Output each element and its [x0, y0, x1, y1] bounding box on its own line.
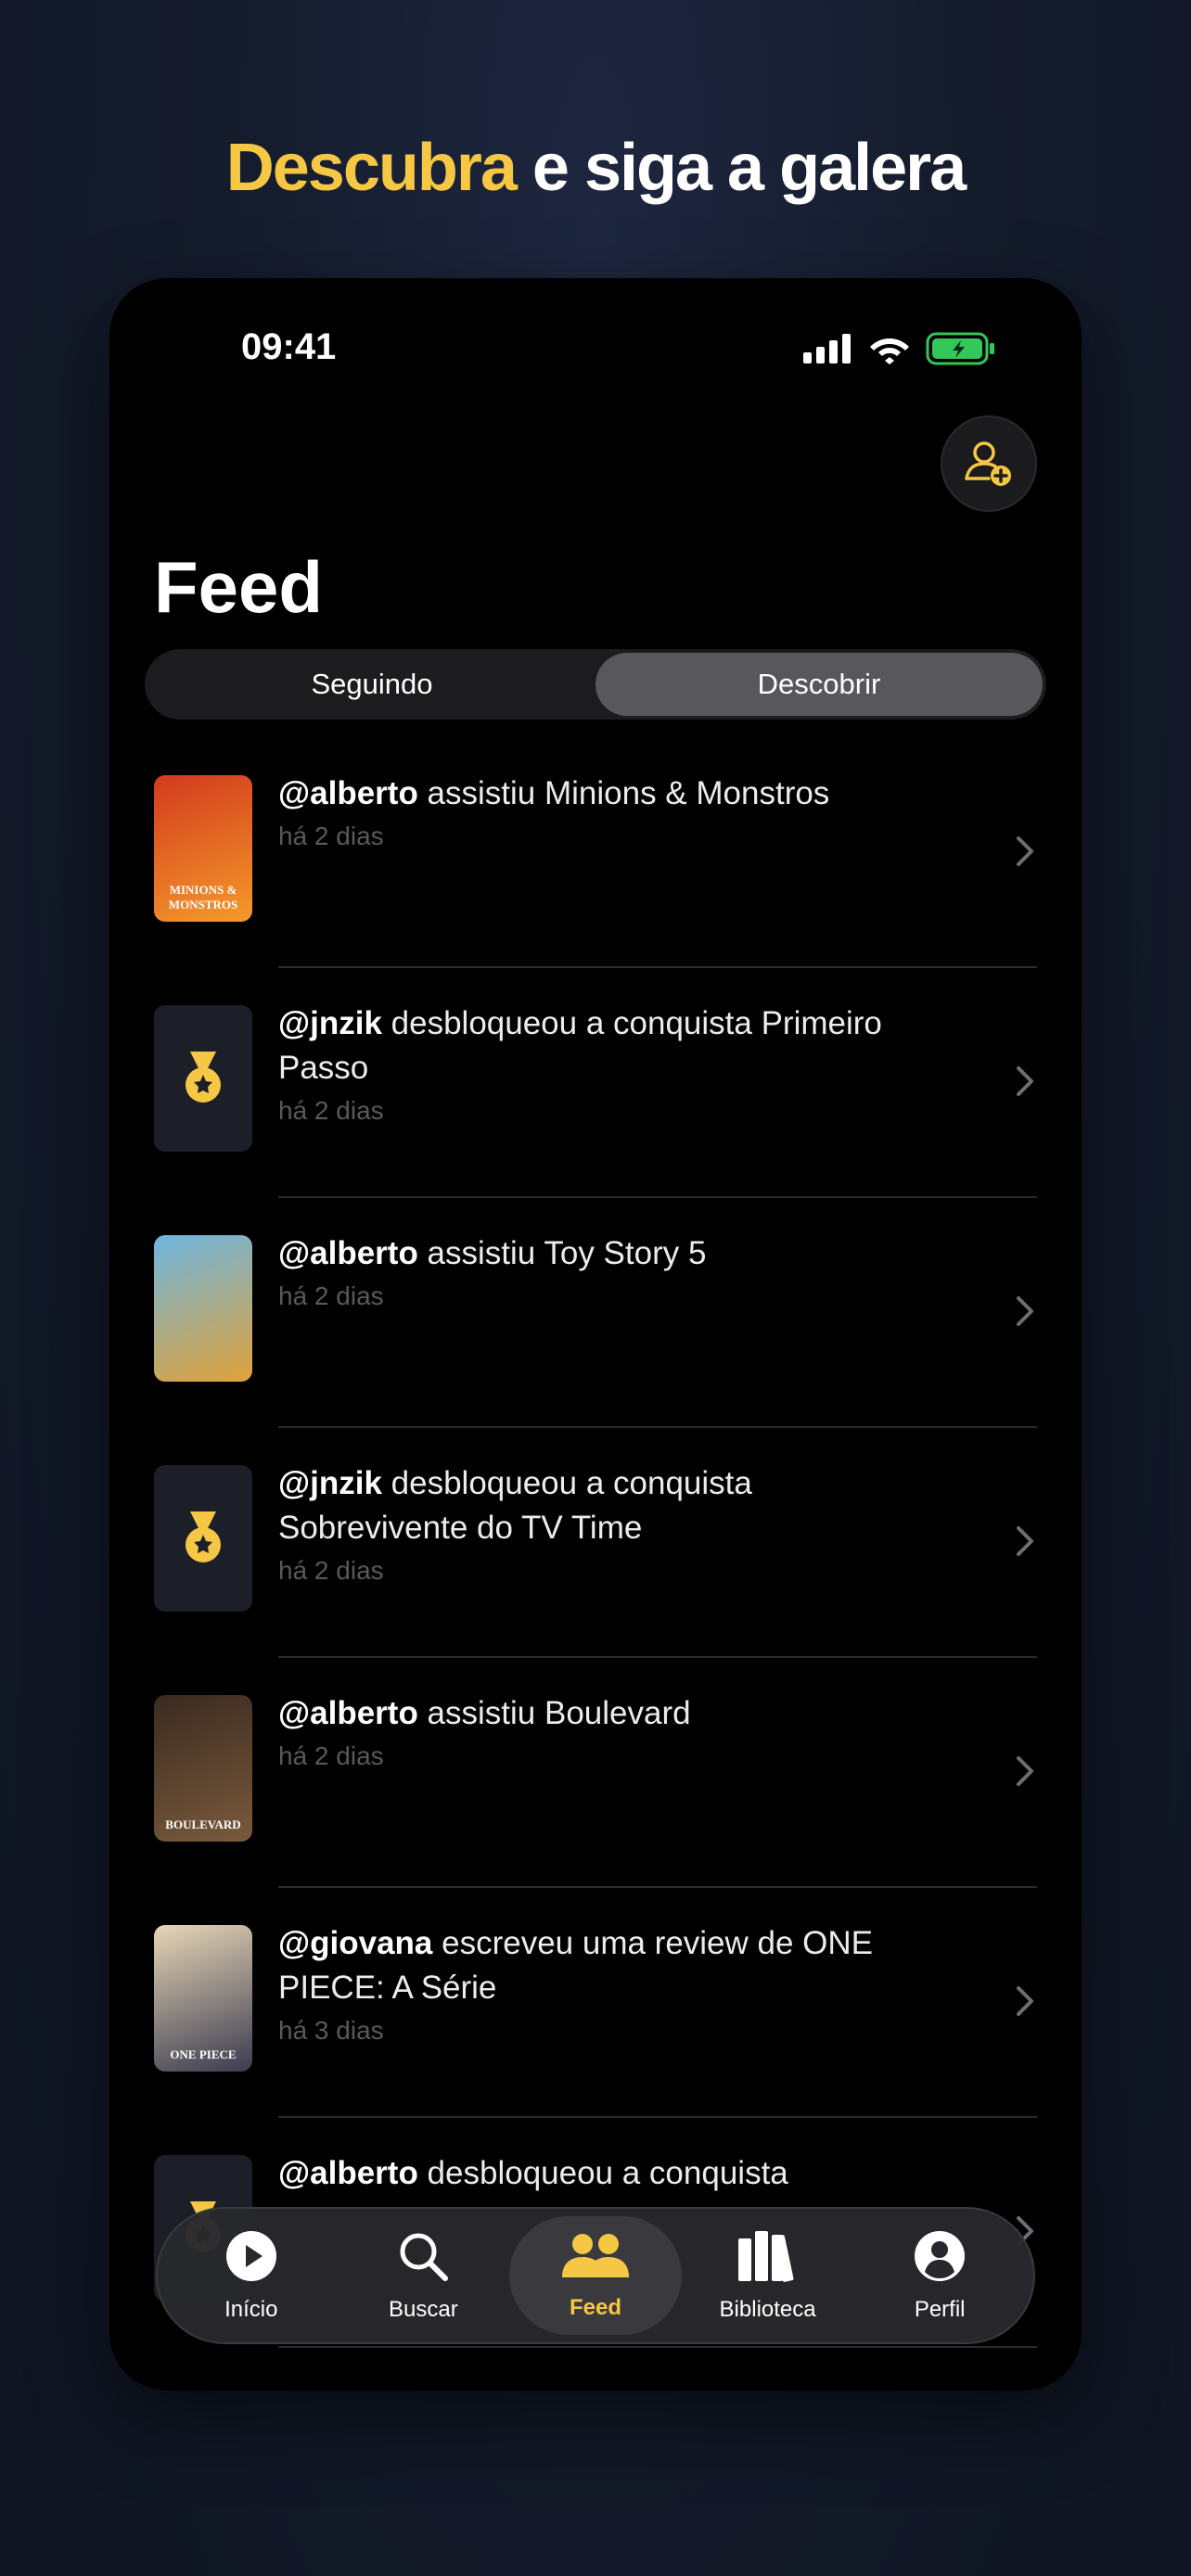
feed-item-text: @alberto assistiu Toy Story 5 há 2 dias: [278, 1231, 928, 1311]
feed-item-timestamp: há 2 dias: [278, 822, 384, 850]
feed-item-message: @alberto assistiu Boulevard: [278, 1691, 928, 1736]
chevron-right-icon: [1017, 1066, 1033, 1096]
feed-item-message: @jnzik desbloqueou a conquista Primeiro …: [278, 1001, 928, 1090]
feed-item-action: assistiu Boulevard: [417, 1695, 691, 1731]
add-user-icon: [965, 441, 1011, 486]
feed-item-timestamp: há 3 dias: [278, 2016, 384, 2045]
feed-item-message: @alberto assistiu Toy Story 5: [278, 1231, 928, 1276]
people-icon: [560, 2231, 631, 2288]
feed-item-user[interactable]: @alberto: [278, 1235, 418, 1271]
status-time: 09:41: [241, 326, 337, 367]
tab-bar: Início Buscar Feed Biblioteca Perfil: [156, 2207, 1035, 2344]
feed-item-text: @alberto assistiu Boulevard há 2 dias: [278, 1691, 928, 1771]
feed-item-text: @jnzik desbloqueou a conquista Primeiro …: [278, 1001, 928, 1126]
feed-item-message: @giovana escreveu uma review de ONE PIEC…: [278, 1921, 928, 2010]
chevron-right-icon: [1017, 1986, 1033, 2016]
chevron-right-icon: [1017, 1296, 1033, 1326]
feed-item-action: desbloqueou a conquista: [417, 2155, 788, 2191]
page-title: Feed: [154, 546, 324, 628]
feed-item-user[interactable]: @jnzik: [278, 1465, 382, 1501]
poster-title: ONE PIECE: [170, 2047, 237, 2061]
poster-thumbnail: MINIONS & MONSTROS: [154, 775, 252, 922]
headline-rest: e siga a galera: [515, 131, 967, 205]
feed-item-text: @alberto assistiu Minions & Monstros há 2…: [278, 772, 928, 851]
feed-item-user[interactable]: @jnzik: [278, 1005, 382, 1041]
tab-play-circle[interactable]: Início: [165, 2216, 338, 2335]
books-icon: [736, 2229, 800, 2289]
poster-title: MINIONS & MONSTROS: [168, 883, 238, 912]
tab-profile[interactable]: Perfil: [853, 2216, 1026, 2335]
feed-item-chevron: [1015, 1524, 1035, 1562]
poster-title: BOULEVARD: [165, 1817, 241, 1831]
feed-item-chevron: [1015, 1754, 1035, 1792]
feed-item[interactable]: @jnzik desbloqueou a conquista Primeiro …: [109, 968, 1082, 1198]
feed-item-timestamp: há 2 dias: [278, 1096, 384, 1125]
feed-item[interactable]: MINIONS & MONSTROS @alberto assistiu Mini…: [109, 738, 1082, 968]
feed-item-timestamp: há 2 dias: [278, 1282, 384, 1310]
feed-item-chevron: [1015, 1984, 1035, 2022]
feed-item[interactable]: @jnzik desbloqueou a conquista Sobrevive…: [109, 1428, 1082, 1658]
tab-label: Buscar: [389, 2296, 458, 2322]
marketing-headline: Descubra e siga a galera: [0, 130, 1191, 206]
feed-item-timestamp: há 2 dias: [278, 1741, 384, 1770]
headline-accent: Descubra: [225, 131, 518, 205]
feed-list: MINIONS & MONSTROS @alberto assistiu Mini…: [109, 738, 1082, 2348]
feed-item-chevron: [1015, 835, 1035, 873]
feed-item-timestamp: há 2 dias: [278, 1556, 384, 1585]
chevron-right-icon: [1017, 1526, 1033, 1556]
feed-item-user[interactable]: @alberto: [278, 2155, 418, 2191]
feed-item-text: @giovana escreveu uma review de ONE PIEC…: [278, 1921, 928, 2046]
search-icon: [396, 2229, 450, 2289]
tab-people[interactable]: Feed: [509, 2216, 682, 2335]
feed-item-message: @jnzik desbloqueou a conquista Sobrevive…: [278, 1461, 928, 1550]
feed-item-user[interactable]: @alberto: [278, 1695, 418, 1731]
divider: [278, 2346, 1037, 2348]
feed-item[interactable]: ONE PIECE @giovana escreveu uma review de…: [109, 1888, 1082, 2118]
segment-discover[interactable]: Descobrir: [596, 653, 1043, 716]
feed-item-message: @alberto assistiu Minions & Monstros: [278, 772, 928, 816]
segment-following[interactable]: Seguindo: [148, 653, 596, 716]
feed-item-message: @alberto desbloqueou a conquista: [278, 2151, 928, 2196]
phone-screen: 09:41 Feed Seguindo Descobrir MINIONS & …: [109, 278, 1082, 2391]
poster-thumbnail: BOULEVARD: [154, 1695, 252, 1842]
medal-icon: [186, 1511, 221, 1562]
segmented-control: Seguindo Descobrir: [145, 649, 1046, 720]
tab-label: Feed: [569, 2294, 621, 2320]
status-bar: 09:41: [109, 278, 1082, 408]
feed-item-action: assistiu Minions & Monstros: [417, 775, 830, 811]
feed-item-text: @alberto desbloqueou a conquista: [278, 2151, 928, 2196]
battery-icon: [926, 332, 994, 365]
feed-item-action: assistiu Toy Story 5: [417, 1235, 707, 1271]
chevron-right-icon: [1017, 836, 1033, 866]
feed-item[interactable]: @alberto assistiu Toy Story 5 há 2 dias: [109, 1198, 1082, 1428]
feed-item[interactable]: BOULEVARD @alberto assistiu Boulevard há 2…: [109, 1658, 1082, 1888]
wifi-icon: [870, 338, 909, 364]
feed-item-chevron: [1015, 1065, 1035, 1103]
play-circle-icon: [224, 2229, 278, 2289]
poster-thumbnail: [154, 1235, 252, 1382]
tab-label: Início: [224, 2296, 278, 2322]
status-icons: [803, 332, 996, 365]
add-friend-button[interactable]: [941, 415, 1037, 512]
tab-label: Perfil: [914, 2296, 966, 2322]
achievement-badge: [154, 1005, 252, 1152]
feed-item-user[interactable]: @alberto: [278, 775, 418, 811]
poster-thumbnail: ONE PIECE: [154, 1925, 252, 2072]
achievement-badge: [154, 1465, 252, 1612]
feed-item-chevron: [1015, 1294, 1035, 1333]
chevron-right-icon: [1017, 1756, 1033, 1786]
tab-search[interactable]: Buscar: [338, 2216, 510, 2335]
tab-books[interactable]: Biblioteca: [682, 2216, 854, 2335]
medal-icon: [186, 1052, 221, 1103]
feed-item-text: @jnzik desbloqueou a conquista Sobrevive…: [278, 1461, 928, 1586]
signal-icon: [803, 334, 851, 363]
feed-item-user[interactable]: @giovana: [278, 1925, 432, 1961]
tab-label: Biblioteca: [719, 2296, 816, 2322]
profile-icon: [913, 2229, 967, 2289]
